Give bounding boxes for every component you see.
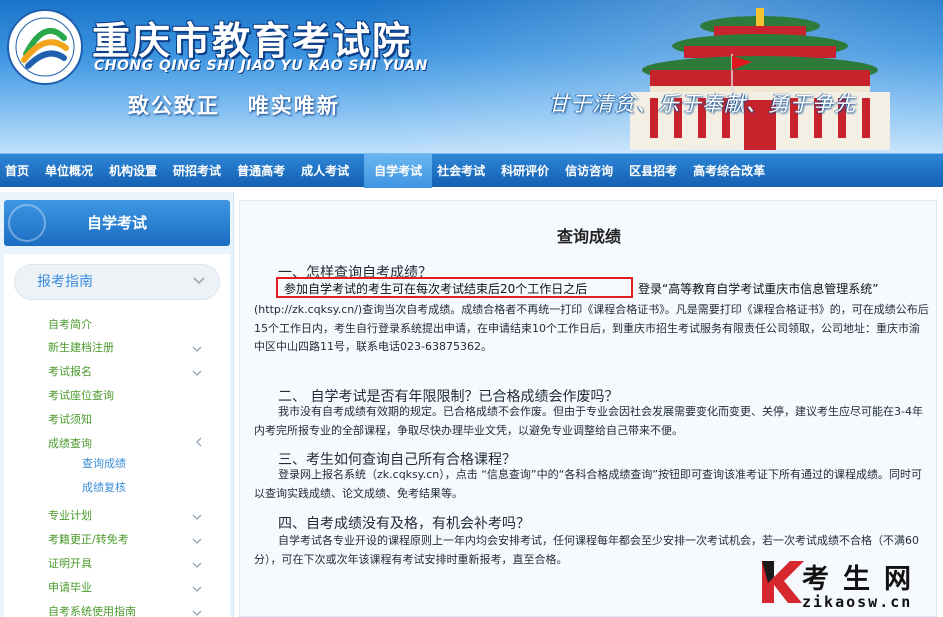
nav-item-social-exam[interactable]: 社会考试	[432, 154, 496, 188]
nav-item-petition[interactable]: 信访咨询	[560, 154, 624, 188]
nav-item-gaokao-reform[interactable]: 高考综合改革	[688, 154, 776, 188]
k-logo-icon	[762, 561, 804, 603]
nav-item-research[interactable]: 科研评价	[496, 154, 560, 188]
sidebar-title: 自学考试	[86, 214, 147, 232]
chevron-down-icon[interactable]	[192, 514, 202, 520]
sidebar-item-graduation[interactable]: 申请毕业	[48, 579, 92, 595]
sidebar-item-certificate[interactable]: 证明开具	[48, 555, 92, 571]
sidebar-item-score-query[interactable]: 成绩查询	[48, 435, 92, 451]
question-1-text-after: 登录“高等教育自学考试重庆市信息管理系统”	[638, 282, 879, 296]
chevron-down-icon[interactable]	[192, 610, 202, 616]
sidebar-section-label: 报考指南	[37, 274, 93, 290]
site-motto: 致公致正 唯实唯新	[128, 94, 340, 118]
sidebar-item-exam-notice[interactable]: 考试须知	[48, 411, 92, 427]
sidebar-header: 自学考试	[4, 200, 230, 246]
sidebar-section-guide[interactable]: 报考指南	[14, 264, 220, 300]
logo-emblem-icon[interactable]	[6, 8, 84, 86]
answer-3: 登录网上报名系统（zk.cqksy.cn），点击 “信息查询”中的“各科合格成绩…	[254, 468, 923, 500]
chevron-down-icon[interactable]	[192, 346, 202, 352]
sidebar-subitem-query-score[interactable]: 查询成绩	[82, 455, 126, 471]
sidebar-item-system-guide[interactable]: 自考系统使用指南	[48, 603, 136, 617]
sidebar-item-new-registration[interactable]: 新生建档注册	[48, 339, 114, 355]
nav-item-overview[interactable]: 单位概况	[40, 154, 104, 188]
main-nav: 首页 单位概况 机构设置 研招考试 普通高考 成人考试 自学考试 社会考试 科研…	[0, 153, 943, 188]
sidebar-item-record-correction[interactable]: 考籍更正/转免考	[48, 531, 129, 547]
answer-2: 我市没有自考成绩有效期的规定。已合格成绩不会作废。但由于专业会因社会发展需要变化…	[254, 405, 923, 437]
chevron-down-icon[interactable]	[192, 586, 202, 592]
nav-item-adult-exam[interactable]: 成人考试	[296, 154, 360, 188]
chevron-down-icon[interactable]	[192, 562, 202, 568]
site-pinyin: CHONG QING SHI JIAO YU KAO SHI YUAN	[94, 58, 428, 74]
sidebar-item-intro[interactable]: 自考简介	[48, 316, 92, 332]
nav-item-gaokao[interactable]: 普通高考	[232, 154, 296, 188]
question-1-highlight-text: 参加自学考试的考生可在每次考试结束后20个工作日之后	[284, 282, 588, 296]
chevron-down-icon[interactable]	[192, 538, 202, 544]
nav-item-home[interactable]: 首页	[0, 154, 40, 188]
building-illustration	[630, 8, 890, 150]
chevron-down-icon[interactable]	[192, 370, 202, 376]
sidebar: 自学考试 报考指南 自考简介 新生建档注册 考试报名 考试座位查询 考试须知 成…	[0, 192, 234, 617]
question-4: 四、自考成绩没有及格，有机会补考吗？	[278, 516, 530, 532]
watermark: 考生网 zikaosw.cn	[758, 555, 943, 617]
site-title: 重庆市教育考试院	[92, 18, 413, 63]
nav-item-organization[interactable]: 机构设置	[104, 154, 168, 188]
page-title: 查询成绩	[556, 227, 621, 246]
site-header: 重庆市教育考试院 CHONG QING SHI JIAO YU KAO SHI …	[0, 0, 943, 153]
sidebar-item-major-plan[interactable]: 专业计划	[48, 507, 92, 523]
nav-item-graduate-exam[interactable]: 研招考试	[168, 154, 232, 188]
sidebar-menu: 报考指南 自考简介 新生建档注册 考试报名 考试座位查询 考试须知 成绩查询 查…	[4, 254, 230, 617]
main-content: 查询成绩 一、怎样查询自考成绩？ 参加自学考试的考生可在每次考试结束后20个工作…	[237, 192, 943, 617]
answer-1: (http://zk.cqksy.cn/)查询当次自考成绩。成绩合格者不再统一打…	[254, 303, 929, 353]
chevron-left-icon[interactable]	[196, 437, 202, 447]
sidebar-item-exam-registration[interactable]: 考试报名	[48, 363, 92, 379]
site-slogan: 甘于清贫、乐于奉献、勇于争先	[548, 92, 856, 116]
sidebar-subitem-score-review[interactable]: 成绩复核	[82, 479, 126, 495]
nav-item-district-exam[interactable]: 区县招考	[624, 154, 688, 188]
watermark-name: 考生网	[802, 564, 925, 595]
sidebar-item-seat-query[interactable]: 考试座位查询	[48, 387, 114, 403]
nav-item-self-study-exam[interactable]: 自学考试	[364, 153, 433, 188]
watermark-url: zikaosw.cn	[802, 593, 913, 611]
chevron-down-icon	[193, 277, 205, 285]
